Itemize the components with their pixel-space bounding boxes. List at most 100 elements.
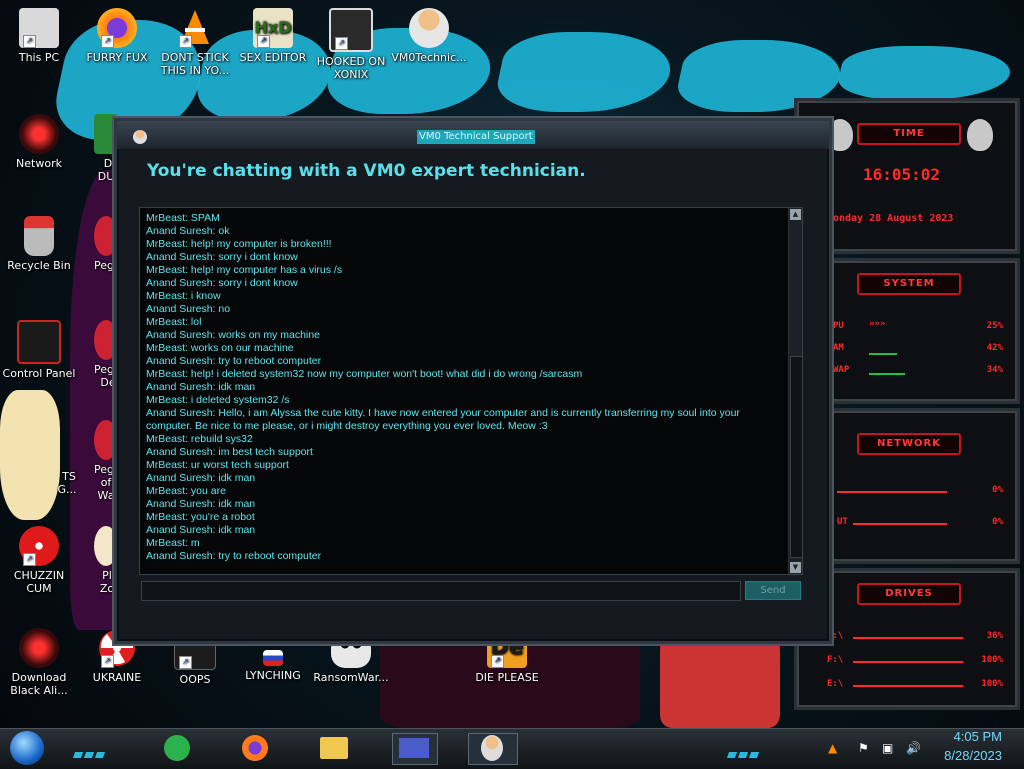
window-titlebar[interactable]: VM0 Technical Support (117, 121, 829, 149)
ime-icon[interactable]: ▲ (828, 741, 837, 755)
scroll-up-icon[interactable]: ▲ (790, 209, 801, 220)
drive-f-bar (853, 661, 963, 663)
chat-message: MrBeast: help! i deleted system32 now my… (146, 368, 583, 380)
net-in-value: 0% (992, 485, 1003, 495)
chat-scrollbar[interactable]: ▲ ▼ (788, 208, 802, 574)
network-header: NETWORK (857, 433, 961, 455)
net-out-value: 0% (992, 517, 1003, 527)
drive-e-value: 100% (981, 679, 1003, 689)
net-out-label: UT (837, 517, 848, 527)
chat-message: Anand Suresh: idk man (146, 472, 256, 484)
technician-icon (409, 8, 449, 48)
chat-message: Anand Suresh: Hello, i am Alyssa the cut… (146, 407, 740, 432)
start-orb[interactable] (10, 731, 44, 765)
window-title: VM0 Technical Support (417, 130, 535, 144)
file-explorer-icon[interactable] (318, 733, 350, 763)
desktop-icon-this-pc[interactable]: This PC (0, 8, 78, 64)
wallpaper-brush-4 (491, 32, 679, 112)
chat-message: MrBeast: ur worst tech support (146, 459, 289, 471)
technician-taskbar-icon[interactable] (468, 733, 518, 765)
desktop-icon-partial-peggle-1[interactable]: Peggl (78, 216, 124, 272)
drive-f-value: 100% (981, 655, 1003, 665)
chat-message: Anand Suresh: try to reboot computer (146, 355, 322, 367)
desktop-icon-partial-ts[interactable]: TS G... (40, 470, 80, 496)
chat-message: MrBeast: you are (146, 485, 226, 497)
send-button[interactable]: Send (745, 581, 801, 600)
lynching-icon (263, 650, 283, 666)
chat-message: Anand Suresh: sorry i dont know (146, 251, 298, 263)
chat-message: MrBeast: you're a robot (146, 511, 255, 523)
chat-message: Anand Suresh: ok (146, 225, 230, 237)
cpu-arrows: »»» (869, 319, 886, 329)
clock-date: 8/28/2023 (944, 748, 1002, 763)
drive-f-name: F:\ (827, 655, 844, 665)
drives-header: DRIVES (857, 583, 961, 605)
scroll-down-icon[interactable]: ▼ (790, 562, 801, 573)
control-panel-icon (17, 320, 61, 364)
chat-message: MrBeast: rebuild sys32 (146, 433, 253, 445)
chat-message: MrBeast: m (146, 537, 200, 549)
chat-messages: MrBeast: SPAM Anand Suresh: ok MrBeast: he… (146, 212, 770, 563)
taskbar: ▲ ⚑ ▣ 🔊 4:05 PM 8/28/2023 (0, 728, 1024, 769)
drive-c-bar (853, 637, 963, 639)
taskbar-clock[interactable]: 4:05 PM 8/28/2023 (944, 727, 1002, 765)
chat-message: Anand Suresh: idk man (146, 524, 256, 536)
desktop-icon-control-panel[interactable]: Control Panel (0, 320, 78, 380)
recycle-bin-icon (24, 216, 54, 256)
ram-graph (869, 353, 897, 355)
drive-e-bar (853, 685, 963, 687)
desktop-icon-partial-pl[interactable]: Pl Zo (78, 526, 118, 595)
chat-message: Anand Suresh: works on my machine (146, 329, 320, 341)
desktop-icon-sex-editor[interactable]: HxD SEX EDITOR (234, 8, 312, 64)
net-out-graph (853, 523, 947, 525)
feedly-icon[interactable] (162, 733, 194, 763)
tech-support-chat-window[interactable]: VM0 Technical Support You're chatting wi… (114, 118, 832, 644)
hex-editor-icon: HxD (253, 8, 293, 48)
cpu-label: PU (833, 321, 844, 331)
alien-head-icon (967, 119, 993, 151)
desktop-icon-vm0-technician[interactable]: VM0Technic... (390, 8, 468, 64)
clock-time: 4:05 PM (953, 729, 1002, 744)
clock-date: onday 28 August 2023 (833, 213, 954, 224)
drive-c-value: 36% (986, 631, 1003, 641)
chat-message: Anand Suresh: idk man (146, 498, 256, 510)
network-icon (19, 114, 59, 154)
chat-log[interactable]: MrBeast: SPAM Anand Suresh: ok MrBeast: he… (139, 207, 803, 575)
drive-e-name: E:\ (827, 679, 844, 689)
xonix-game-icon (329, 8, 373, 52)
desktop-icon-partial-peggle-3[interactable]: Peggl of Wa (78, 420, 124, 502)
swap-value: 34% (986, 365, 1003, 375)
desktop-icon-download-black-ali[interactable]: Download Black Ali... (0, 628, 78, 697)
desktop-icon-furry-fux[interactable]: FURRY FUX (78, 8, 156, 64)
presentation-icon[interactable] (392, 733, 438, 765)
net-in-graph (837, 491, 947, 493)
swap-graph (869, 373, 905, 375)
chat-message: MrBeast: i deleted system32 /s (146, 394, 290, 406)
desktop-icon-dont-stick[interactable]: DONT STICK THIS IN YO... (156, 8, 234, 77)
desktop-icon-hooked-on-xonix[interactable]: HOOKED ON XONIX (312, 8, 390, 81)
chat-message: MrBeast: help! my computer is broken!!! (146, 238, 332, 250)
desktop-icon-partial-peggle-2[interactable]: Peggl De (78, 320, 124, 389)
chat-message: Anand Suresh: try to reboot computer (146, 550, 322, 562)
vlc-cone-icon (175, 8, 215, 48)
chat-message: MrBeast: lol (146, 316, 202, 328)
desktop-icon-partial-d[interactable]: D DU (78, 114, 118, 183)
desktop-icon-network[interactable]: Network (0, 114, 78, 170)
chat-message: MrBeast: works on our machine (146, 342, 294, 354)
desktop-icon-chuzzin-cum[interactable]: CHUZZIN CUM (0, 526, 78, 595)
system-header: SYSTEM (857, 273, 961, 295)
volume-icon[interactable]: 🔊 (906, 741, 921, 755)
desktop-icon-recycle-bin[interactable]: Recycle Bin (0, 216, 78, 272)
chat-message: MrBeast: help! my computer has a virus /… (146, 264, 343, 276)
chat-message: MrBeast: i know (146, 290, 221, 302)
firefox-icon[interactable] (240, 733, 272, 763)
computer-icon (19, 8, 59, 48)
chat-message: Anand Suresh: no (146, 303, 231, 315)
wallpaper-cartoon-girl (0, 390, 60, 520)
network-tray-icon[interactable]: ▣ (882, 741, 893, 755)
flag-icon[interactable]: ⚑ (858, 741, 869, 755)
scroll-thumb[interactable] (790, 356, 802, 558)
chat-message: MrBeast: SPAM (146, 212, 220, 224)
message-input[interactable] (141, 581, 741, 601)
taskbar-decoration-left (72, 743, 107, 758)
